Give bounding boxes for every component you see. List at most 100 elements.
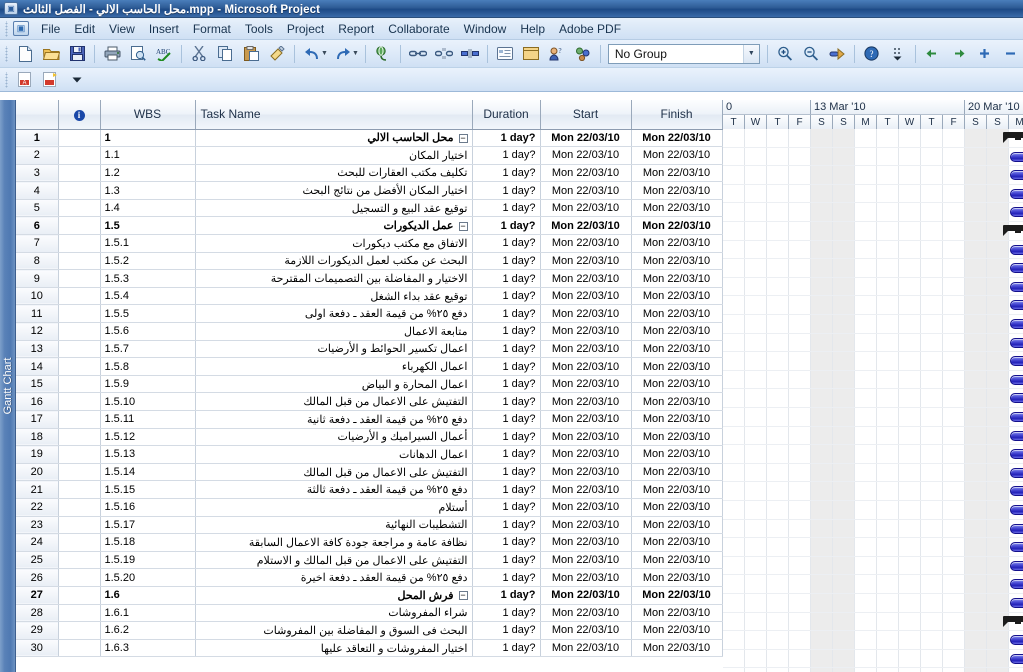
row-start-cell[interactable]: Mon 22/03/10 — [540, 358, 631, 376]
row-finish-cell[interactable]: Mon 22/03/10 — [631, 147, 722, 165]
row-wbs-cell[interactable]: 1.5.1 — [100, 235, 195, 253]
row-finish-cell[interactable]: Mon 22/03/10 — [631, 358, 722, 376]
row-indicator-cell[interactable] — [58, 604, 100, 622]
row-task-name-cell[interactable]: التفتيش على الاعمال من قبل المالك — [195, 393, 472, 411]
gantt-task-bar[interactable] — [1010, 561, 1023, 571]
gantt-summary-bar[interactable] — [1003, 225, 1023, 236]
gantt-task-bar[interactable] — [1010, 579, 1023, 589]
row-wbs-cell[interactable]: 1.5.7 — [100, 340, 195, 358]
row-task-name-cell[interactable]: −محل الحاسب الالي — [195, 129, 472, 147]
row-id-cell[interactable]: 27 — [16, 586, 58, 604]
row-indicator-cell[interactable] — [58, 199, 100, 217]
zoom-in-icon[interactable] — [773, 43, 797, 65]
row-duration-cell[interactable]: 1 day? — [472, 534, 540, 552]
column-header-task-name[interactable]: Task Name — [195, 100, 472, 129]
gantt-task-bar[interactable] — [1010, 505, 1023, 515]
row-wbs-cell[interactable]: 1.5.9 — [100, 375, 195, 393]
table-row[interactable]: 161.5.10التفتيش على الاعمال من قبل المال… — [16, 393, 744, 411]
gantt-task-bar[interactable] — [1010, 635, 1023, 645]
row-task-name-cell[interactable]: دفع ٢٥% من قيمة العقد ـ دفعة اولى — [195, 305, 472, 323]
row-start-cell[interactable]: Mon 22/03/10 — [540, 516, 631, 534]
row-start-cell[interactable]: Mon 22/03/10 — [540, 235, 631, 253]
hide-subtasks-icon[interactable] — [999, 43, 1023, 65]
table-row[interactable]: 231.5.17التشطيبات النهائية1 day?Mon 22/0… — [16, 516, 744, 534]
gantt-task-bar[interactable] — [1010, 654, 1023, 664]
menu-item-window[interactable]: Window — [457, 20, 514, 38]
adobe-pdf-convert-email-icon[interactable] — [39, 69, 63, 91]
row-duration-cell[interactable]: 1 day? — [472, 199, 540, 217]
task-drivers-icon[interactable] — [571, 43, 595, 65]
link-tasks-icon[interactable] — [406, 43, 430, 65]
row-task-name-cell[interactable]: نظافة عامة و مراجعة جودة كافة الاعمال ال… — [195, 534, 472, 552]
table-row[interactable]: 221.5.16أستلام1 day?Mon 22/03/10Mon 22/0… — [16, 498, 744, 516]
table-row[interactable]: 81.5.2البحث عن مكتب لعمل الديكورات اللاز… — [16, 252, 744, 270]
print-preview-icon[interactable] — [126, 43, 150, 65]
gantt-task-bar[interactable] — [1010, 282, 1023, 292]
gantt-task-bar[interactable] — [1010, 524, 1023, 534]
row-finish-cell[interactable]: Mon 22/03/10 — [631, 446, 722, 464]
row-start-cell[interactable]: Mon 22/03/10 — [540, 393, 631, 411]
row-task-name-cell[interactable]: البحث فى السوق و المفاضلة بين المفروشات — [195, 622, 472, 640]
row-start-cell[interactable]: Mon 22/03/10 — [540, 428, 631, 446]
row-wbs-cell[interactable]: 1.5.10 — [100, 393, 195, 411]
row-wbs-cell[interactable]: 1 — [100, 129, 195, 147]
row-id-cell[interactable]: 24 — [16, 534, 58, 552]
row-task-name-cell[interactable]: اختيار المفروشات و التعاقد عليها — [195, 639, 472, 657]
row-task-name-cell[interactable]: الاختيار و المفاضلة بين التصميمات المقتر… — [195, 270, 472, 288]
row-wbs-cell[interactable]: 1.1 — [100, 147, 195, 165]
row-finish-cell[interactable]: Mon 22/03/10 — [631, 340, 722, 358]
table-row[interactable]: 61.5−عمل الديكورات1 day?Mon 22/03/10Mon … — [16, 217, 744, 235]
row-duration-cell[interactable]: 1 day? — [472, 217, 540, 235]
help-icon[interactable]: ? — [860, 43, 884, 65]
row-indicator-cell[interactable] — [58, 305, 100, 323]
row-id-cell[interactable]: 8 — [16, 252, 58, 270]
row-wbs-cell[interactable]: 1.6.3 — [100, 639, 195, 657]
row-wbs-cell[interactable]: 1.5.6 — [100, 323, 195, 341]
table-row[interactable]: 111.5.5دفع ٢٥% من قيمة العقد ـ دفعة اولى… — [16, 305, 744, 323]
row-start-cell[interactable]: Mon 22/03/10 — [540, 463, 631, 481]
row-duration-cell[interactable]: 1 day? — [472, 252, 540, 270]
chevron-down-icon[interactable]: ▼ — [743, 45, 759, 63]
spelling-check-icon[interactable]: ABC — [152, 43, 176, 65]
row-task-name-cell[interactable]: اعمال الكهرباء — [195, 358, 472, 376]
row-id-cell[interactable]: 12 — [16, 323, 58, 341]
gantt-task-bar[interactable] — [1010, 263, 1023, 273]
row-id-cell[interactable]: 29 — [16, 622, 58, 640]
row-id-cell[interactable]: 28 — [16, 604, 58, 622]
gantt-task-bar[interactable] — [1010, 449, 1023, 459]
gantt-task-bar[interactable] — [1010, 542, 1023, 552]
unlink-tasks-icon[interactable] — [432, 43, 456, 65]
task-information-icon[interactable] — [493, 43, 517, 65]
gantt-chart-pane[interactable]: 013 Mar '1020 Mar '10 TWTFSSMTWTFSSMTW — [723, 100, 1023, 672]
row-task-name-cell[interactable]: أعمال السيراميك و الأرضيات — [195, 428, 472, 446]
table-row[interactable]: 131.5.7اعمال تكسير الحوائط و الأرضيات1 d… — [16, 340, 744, 358]
menu-item-insert[interactable]: Insert — [142, 20, 186, 38]
menu-item-help[interactable]: Help — [513, 20, 552, 38]
table-row[interactable]: 151.5.9اعمال المحارة و البياض1 day?Mon 2… — [16, 375, 744, 393]
row-finish-cell[interactable]: Mon 22/03/10 — [631, 164, 722, 182]
row-indicator-cell[interactable] — [58, 252, 100, 270]
toolbar-options-icon[interactable] — [65, 69, 89, 91]
row-task-name-cell[interactable]: دفع ٢٥% من قيمة العقد ـ دفعة ثانية — [195, 411, 472, 429]
show-subtasks-icon[interactable] — [973, 43, 997, 65]
row-id-cell[interactable]: 26 — [16, 569, 58, 587]
row-duration-cell[interactable]: 1 day? — [472, 411, 540, 429]
row-task-name-cell[interactable]: اختيار المكان — [195, 147, 472, 165]
row-indicator-cell[interactable] — [58, 463, 100, 481]
table-row[interactable]: 41.3اختيار المكان الأفضل من نتائج البحث1… — [16, 182, 744, 200]
row-wbs-cell[interactable]: 1.5.3 — [100, 270, 195, 288]
row-start-cell[interactable]: Mon 22/03/10 — [540, 411, 631, 429]
row-wbs-cell[interactable]: 1.5.14 — [100, 463, 195, 481]
row-id-cell[interactable]: 23 — [16, 516, 58, 534]
menu-item-adobe-pdf[interactable]: Adobe PDF — [552, 20, 628, 38]
row-finish-cell[interactable]: Mon 22/03/10 — [631, 305, 722, 323]
row-start-cell[interactable]: Mon 22/03/10 — [540, 586, 631, 604]
row-task-name-cell[interactable]: اعمال تكسير الحوائط و الأرضيات — [195, 340, 472, 358]
gantt-task-bar[interactable] — [1010, 431, 1023, 441]
row-id-cell[interactable]: 30 — [16, 639, 58, 657]
row-task-name-cell[interactable]: توقيع عقد بداء الشغل — [195, 287, 472, 305]
row-finish-cell[interactable]: Mon 22/03/10 — [631, 498, 722, 516]
row-id-cell[interactable]: 18 — [16, 428, 58, 446]
row-indicator-cell[interactable] — [58, 534, 100, 552]
gantt-task-bar[interactable] — [1010, 338, 1023, 348]
